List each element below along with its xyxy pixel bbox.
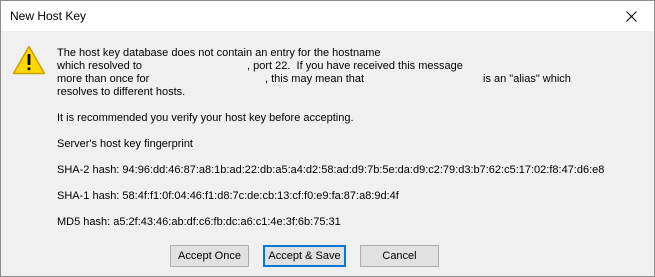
fingerprint-heading: Server's host key fingerprint [57,138,193,150]
recommendation-text: It is recommended you verify your host k… [57,112,354,124]
md5-fingerprint: MD5 hash: a5:2f:43:46:ab:df:c6:fb:dc:a6:… [57,216,341,228]
new-host-key-dialog: New Host Key The host key database does … [0,0,655,277]
message-line-2a: which resolved to [57,60,142,72]
window-title: New Host Key [10,9,87,23]
close-icon [625,10,637,22]
message-line-3c: is an "alias" which [483,73,571,85]
accept-once-button[interactable]: Accept Once [170,245,249,267]
sha2-fingerprint: SHA-2 hash: 94:96:dd:46:87:a8:1b:ad:22:d… [57,164,605,176]
button-bar: Accept Once Accept & Save Cancel [1,232,654,276]
warning-icon [12,45,46,75]
sha1-fingerprint: SHA-1 hash: 58:4f:f1:0f:04:46:f1:d8:7c:d… [57,190,399,202]
cancel-button[interactable]: Cancel [360,245,439,267]
close-button[interactable] [608,1,654,31]
message-line-3b: , this may mean that [265,73,365,85]
message-line-1: The host key database does not contain a… [57,47,381,59]
message-line-4: resolves to different hosts. [57,86,186,98]
message-line-2b: , port 22. If you have received this mes… [247,60,463,72]
message-line-3a: more than once for [57,73,150,85]
accept-and-save-button[interactable]: Accept & Save [263,245,346,267]
dialog-content: The host key database does not contain a… [1,31,654,232]
title-bar: New Host Key [1,1,654,31]
